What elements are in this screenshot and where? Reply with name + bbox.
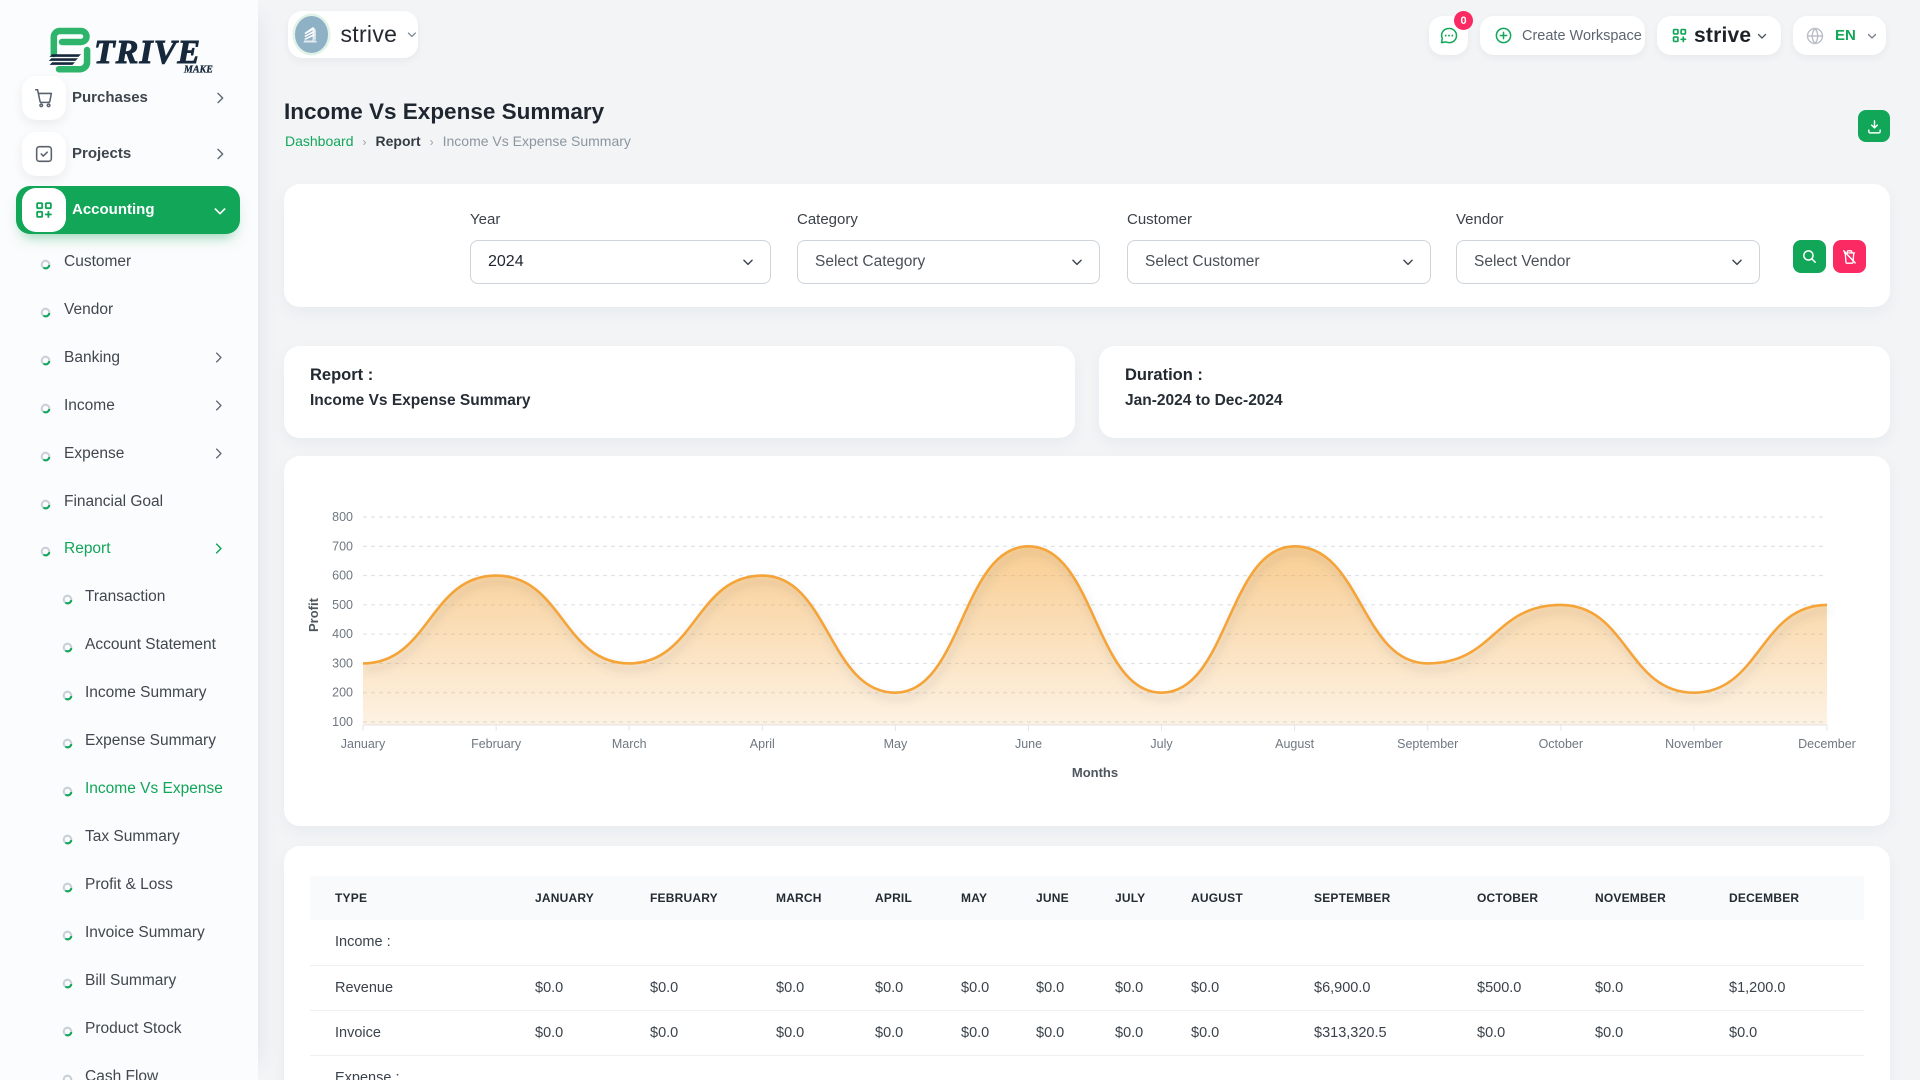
- svg-text:December: December: [1798, 737, 1856, 751]
- svg-text:June: June: [1015, 737, 1042, 751]
- svg-text:March: March: [612, 737, 647, 751]
- svg-text:February: February: [471, 737, 522, 751]
- svg-text:September: September: [1397, 737, 1458, 751]
- svg-text:MAKE: MAKE: [183, 65, 213, 76]
- svg-text:500: 500: [332, 598, 353, 612]
- svg-text:100: 100: [332, 715, 353, 729]
- svg-text:Months: Months: [1072, 765, 1118, 780]
- svg-text:200: 200: [332, 686, 353, 700]
- svg-text:700: 700: [332, 539, 353, 553]
- svg-text:November: November: [1665, 737, 1723, 751]
- svg-text:800: 800: [332, 510, 353, 524]
- svg-text:October: October: [1539, 737, 1583, 751]
- svg-text:April: April: [750, 737, 775, 751]
- svg-text:July: July: [1150, 737, 1173, 751]
- svg-text:400: 400: [332, 627, 353, 641]
- svg-text:August: August: [1275, 737, 1314, 751]
- svg-text:January: January: [341, 737, 386, 751]
- svg-text:May: May: [884, 737, 908, 751]
- svg-text:Profit: Profit: [306, 597, 321, 632]
- svg-text:300: 300: [332, 656, 353, 670]
- svg-text:600: 600: [332, 569, 353, 583]
